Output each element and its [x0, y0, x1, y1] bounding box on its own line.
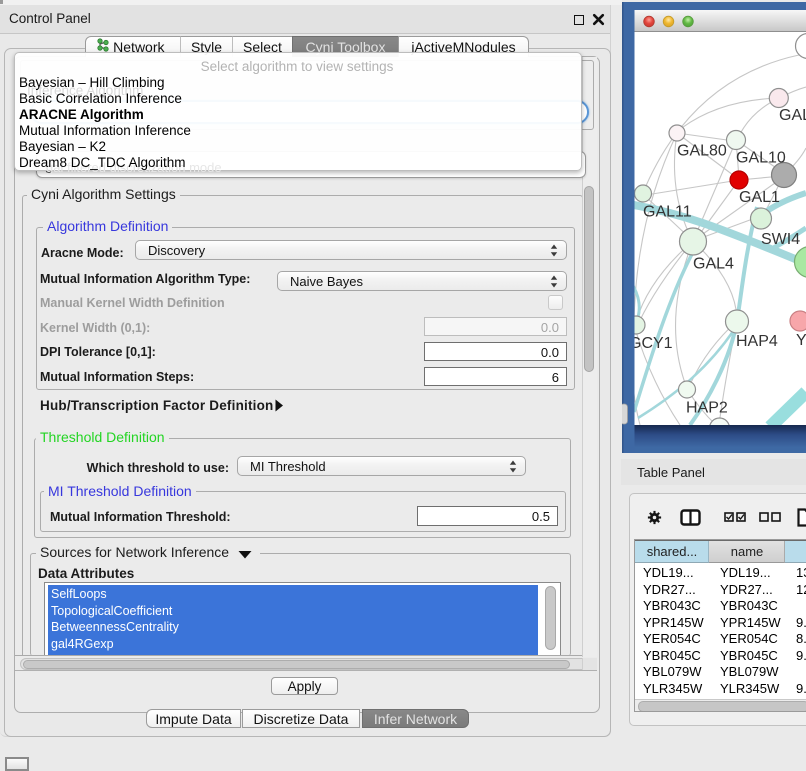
svg-text:GAL80: GAL80 — [677, 143, 727, 160]
svg-text:HAP4: HAP4 — [736, 333, 778, 350]
svg-text:GAL7: GAL7 — [779, 107, 806, 124]
svg-text:GAL10: GAL10 — [736, 150, 786, 167]
svg-text:GCY1: GCY1 — [629, 335, 673, 352]
svg-text:Y: Y — [796, 332, 806, 349]
svg-text:GAL4: GAL4 — [693, 256, 734, 273]
svg-text:SWI4: SWI4 — [761, 231, 800, 248]
svg-text:HAP2: HAP2 — [686, 400, 728, 417]
svg-text:GAL11: GAL11 — [643, 204, 692, 221]
svg-text:GAL1: GAL1 — [739, 189, 780, 206]
